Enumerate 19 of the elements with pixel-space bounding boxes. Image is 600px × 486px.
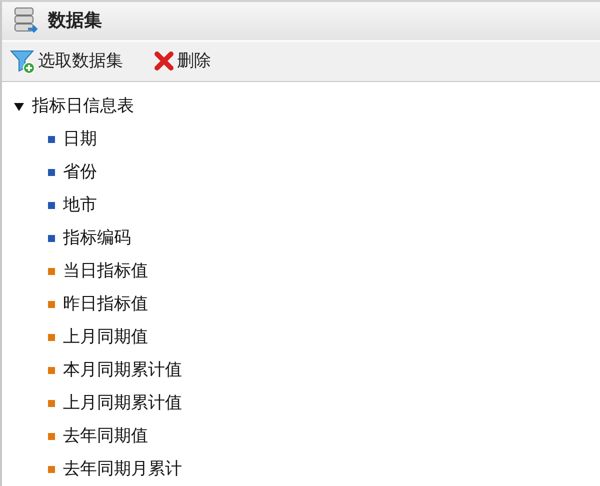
field-label[interactable]: 日期 [63,126,97,152]
field-label[interactable]: 上月同期累计值 [63,390,182,416]
close-icon [153,50,175,72]
database-icon [14,6,40,35]
field-label[interactable]: 地市 [63,192,97,218]
select-dataset-button[interactable]: 选取数据集 [10,48,129,74]
collapse-icon[interactable] [14,102,24,110]
field-label[interactable]: 昨日指标值 [63,292,148,318]
field-label[interactable]: 省份 [63,160,97,186]
field-label[interactable]: 本月同期累计值 [63,358,182,384]
delete-button[interactable]: 删除 [153,48,217,74]
field-label[interactable]: 去年同期月累计 [63,456,182,482]
field-label[interactable]: 去年同期值 [63,424,148,450]
field-label[interactable]: 上月同期值 [63,324,148,350]
field-label[interactable]: 指标编码 [63,226,131,252]
panel-title: 数据集 [48,9,102,34]
field-label[interactable]: 当日指标值 [63,258,148,284]
filter-icon [10,48,36,74]
tree-node-label[interactable]: 指标日信息表 [32,94,134,120]
